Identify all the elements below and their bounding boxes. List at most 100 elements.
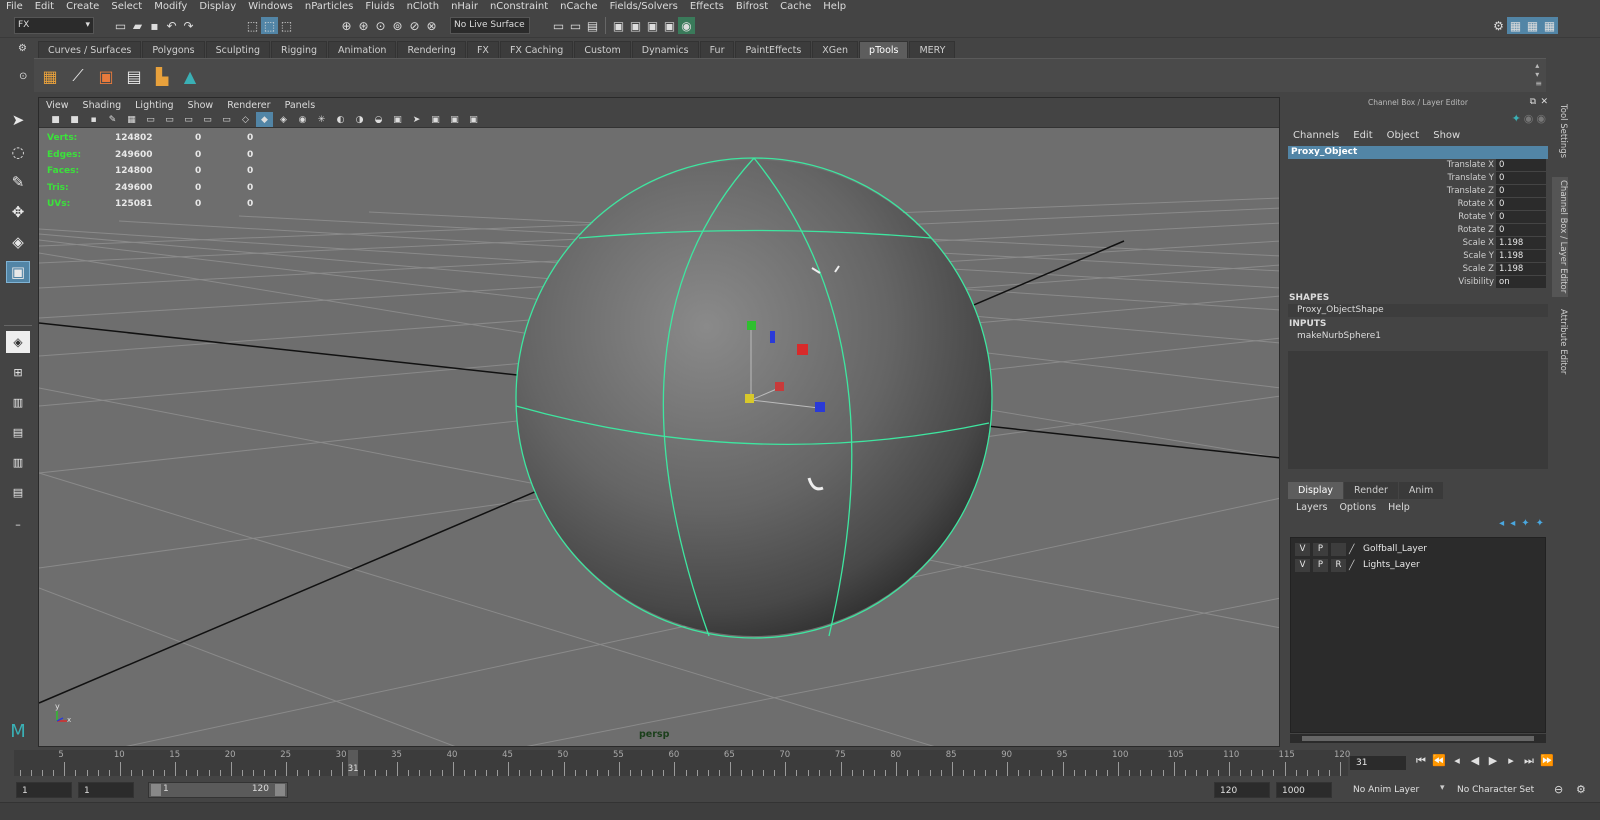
menu-item-modify[interactable]: Modify [148, 0, 193, 14]
toggle-panel-3-icon[interactable]: ▦ [1541, 17, 1558, 34]
hypershade-layout-icon[interactable]: ▥ [6, 451, 30, 473]
tab-tool-settings[interactable]: Tool Settings [1552, 101, 1568, 161]
layer-menu-help[interactable]: Help [1382, 502, 1416, 513]
redo-icon[interactable]: ↷ [180, 17, 197, 34]
render-view-icon[interactable]: ▣ [610, 17, 627, 34]
shelf-tab-rendering[interactable]: Rendering [397, 41, 466, 58]
ptools-box-icon[interactable]: ▦ [38, 64, 62, 88]
xray-components-icon[interactable]: ▣ [465, 112, 482, 127]
channel-menu-edit[interactable]: Edit [1346, 130, 1379, 141]
shelf-tab-dynamics[interactable]: Dynamics [631, 41, 699, 58]
channel-row[interactable]: Scale Z 1.198 [1286, 263, 1548, 276]
shelf-menu-icon[interactable]: ⊙ [19, 71, 27, 82]
shelf-tab-painteffects[interactable]: PaintEffects [735, 41, 812, 58]
channel-value[interactable]: 1.198 [1496, 250, 1546, 262]
construction-history-icon[interactable]: ▤ [584, 17, 601, 34]
tab-anim[interactable]: Anim [1398, 482, 1444, 499]
film-gate-icon[interactable]: ▭ [142, 112, 159, 127]
grid-icon[interactable]: ▦ [123, 112, 140, 127]
shelf-tab-xgen[interactable]: XGen [812, 41, 859, 58]
gate-mask-icon[interactable]: ▭ [180, 112, 197, 127]
layer-name[interactable]: Golfball_Layer [1363, 542, 1427, 557]
tab-render[interactable]: Render [1344, 482, 1398, 499]
playback-start-field[interactable]: 1 [78, 782, 134, 798]
layer-scrollbar[interactable] [1290, 734, 1546, 743]
wireframe-icon[interactable]: ◇ [237, 112, 254, 127]
menu-item-effects[interactable]: Effects [684, 0, 730, 14]
resolution-gate-icon[interactable]: ▭ [161, 112, 178, 127]
layer-row[interactable]: V P ╱ Golfball_Layer [1291, 542, 1545, 557]
layer-menu-layers[interactable]: Layers [1290, 502, 1333, 513]
ptools-extrude-icon[interactable]: ▙ [150, 64, 174, 88]
camera-icon[interactable]: ■ [47, 112, 64, 127]
antialias-icon[interactable]: ▣ [389, 112, 406, 127]
select-tool-icon[interactable]: ➤ [6, 109, 30, 131]
float-panel-icon[interactable]: ⧉ [1530, 97, 1536, 107]
select-object-icon[interactable]: ⬚ [261, 17, 278, 34]
ambient-occlusion-icon[interactable]: ◑ [351, 112, 368, 127]
render-frame-icon[interactable]: ▣ [627, 17, 644, 34]
shape-item[interactable]: Proxy_ObjectShape [1288, 304, 1548, 317]
layer-playback-toggle[interactable]: P [1313, 559, 1328, 572]
channel-row[interactable]: Rotate Z0 [1286, 224, 1548, 237]
menu-item-bifrost[interactable]: Bifrost [730, 0, 774, 14]
live-surface-field[interactable]: No Live Surface [450, 17, 530, 34]
menu-item-ncloth[interactable]: nCloth [401, 0, 445, 14]
workspace-icon[interactable]: ⚙ [1490, 17, 1507, 34]
move-layer-up-icon[interactable]: ◂ [1499, 518, 1504, 529]
menu-item-fieldssolvers[interactable]: Fields/Solvers [604, 0, 684, 14]
tab-display[interactable]: Display [1288, 482, 1344, 499]
shaded-wireframe-icon[interactable]: ◈ [275, 112, 292, 127]
range-handle-right[interactable] [275, 784, 285, 796]
menu-item-nparticles[interactable]: nParticles [299, 0, 360, 14]
viewport-menu-shading[interactable]: Shading [76, 100, 129, 111]
shelf-tab-sculpting[interactable]: Sculpting [205, 41, 271, 58]
channel-menu-object[interactable]: Object [1380, 130, 1427, 141]
play-forward-icon[interactable]: ▶ [1484, 754, 1502, 768]
channel-menu-show[interactable]: Show [1426, 130, 1467, 141]
menu-item-create[interactable]: Create [60, 0, 105, 14]
rotate-tool-icon[interactable]: ◈ [6, 231, 30, 253]
hypershade-icon[interactable]: ◉ [678, 17, 695, 34]
single-perspective-layout-icon[interactable]: ◈ [6, 331, 30, 353]
layer-reference-toggle[interactable]: R [1331, 559, 1346, 572]
textured-icon[interactable]: ◉ [294, 112, 311, 127]
playback-end-field[interactable]: 120 [1214, 782, 1270, 798]
toggle-panel-1-icon[interactable]: ▦ [1507, 17, 1524, 34]
command-line[interactable] [0, 802, 1600, 820]
new-layer-icon[interactable]: ✦ [1521, 518, 1529, 529]
channel-value[interactable]: 0 [1496, 198, 1546, 210]
toggle-panel-2-icon[interactable]: ▦ [1524, 17, 1541, 34]
layer-row[interactable]: V P R ╱ Lights_Layer [1291, 558, 1545, 573]
step-forward-key-icon[interactable]: ⏩ [1538, 754, 1556, 768]
motion-blur-icon[interactable]: ◒ [370, 112, 387, 127]
safe-title-icon[interactable]: ▭ [218, 112, 235, 127]
viewport-menu-lighting[interactable]: Lighting [128, 100, 180, 111]
input-item[interactable]: makeNurbSphere1 [1288, 330, 1548, 343]
viewport-menu-show[interactable]: Show [181, 100, 221, 111]
close-icon[interactable]: ✕ [1540, 97, 1548, 107]
play-backward-icon[interactable]: ◀ [1466, 754, 1484, 768]
lasso-tool-icon[interactable]: ◌ [6, 141, 30, 163]
bookmark-icon[interactable]: ▪ [85, 112, 102, 127]
render-settings-icon[interactable]: ▣ [661, 17, 678, 34]
four-view-layout-icon[interactable]: ⊞ [6, 361, 30, 383]
menu-item-select[interactable]: Select [105, 0, 148, 14]
channel-row[interactable]: Translate Y0 [1286, 172, 1548, 185]
layer-reference-toggle[interactable] [1331, 543, 1346, 556]
select-component-icon[interactable]: ⬚ [278, 17, 295, 34]
collapse-icon[interactable]: – [6, 513, 30, 535]
shelf-scroll[interactable]: ▴ ▾ ≡ [1535, 61, 1542, 88]
paint-select-tool-icon[interactable]: ✎ [6, 171, 30, 193]
anim-end-field[interactable]: 1000 [1276, 782, 1332, 798]
open-scene-icon[interactable]: ▰ [129, 17, 146, 34]
chevron-down-icon[interactable]: ▾ [1440, 783, 1445, 793]
range-handle-left[interactable] [151, 784, 161, 796]
layer-playback-toggle[interactable]: P [1313, 543, 1328, 556]
menu-item-display[interactable]: Display [193, 0, 242, 14]
time-slider[interactable]: 5 10 15 20 25 30 35 40 45 50 55 60 65 70 75 80 85 90 95 100… [14, 750, 1350, 776]
selected-object-name[interactable]: Proxy_Object [1288, 146, 1548, 159]
snap-point-icon[interactable]: ⊙ [372, 17, 389, 34]
viewport-persp[interactable]: View Shading Lighting Show Renderer Panels ■ … [38, 97, 1280, 747]
new-layer-selected-icon[interactable]: ✦ [1536, 518, 1544, 529]
